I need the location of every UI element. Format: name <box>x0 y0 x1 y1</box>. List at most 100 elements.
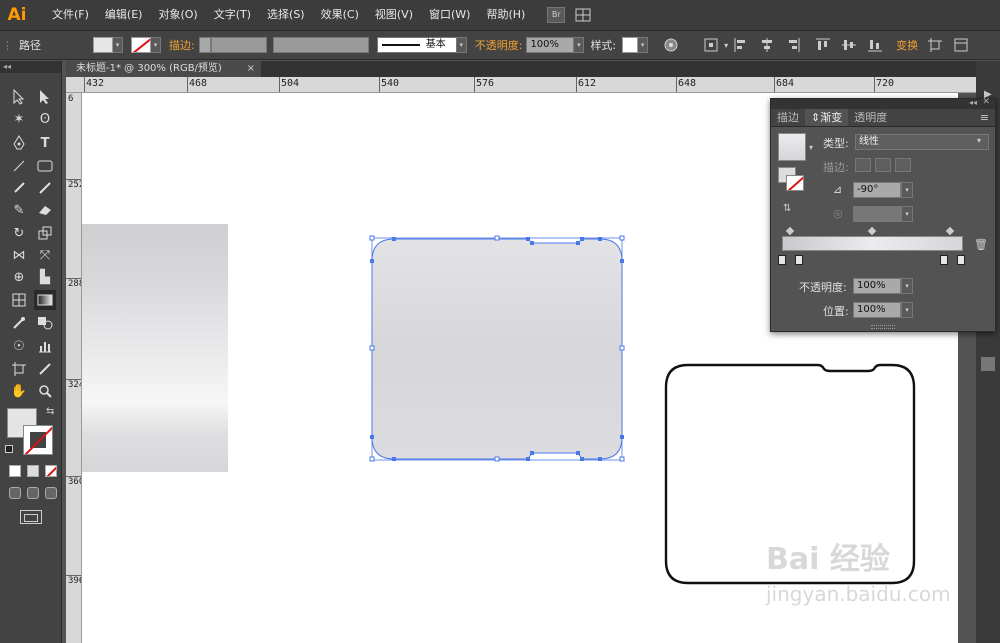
draw-normal-icon[interactable] <box>9 487 21 499</box>
stroke-color-swatch[interactable] <box>23 425 53 455</box>
menu-window[interactable]: 窗口(W) <box>421 0 478 30</box>
stop-location-field[interactable]: 100% <box>853 302 901 318</box>
mesh-tool-icon[interactable] <box>8 290 30 310</box>
transform-label[interactable]: 变换 <box>896 37 918 53</box>
gradient-stop[interactable] <box>957 255 965 265</box>
opacity-dropdown[interactable]: ▾ <box>574 37 585 53</box>
gradient-sample-strip[interactable] <box>82 224 228 472</box>
reverse-gradient-icon[interactable]: ⇅ <box>783 203 791 214</box>
direct-selection-tool-icon[interactable] <box>34 87 56 107</box>
gradient-preview-swatch[interactable] <box>778 133 806 161</box>
stroke-swatch[interactable] <box>131 37 151 53</box>
gradient-mode-icon[interactable] <box>27 465 39 477</box>
menu-view[interactable]: 视图(V) <box>367 0 421 30</box>
shape-builder-tool-icon[interactable]: ⊕ <box>8 267 30 287</box>
screen-mode-icon[interactable] <box>20 510 42 524</box>
free-transform-tool-icon[interactable]: ⤧ <box>34 245 56 265</box>
stroke-weight-label[interactable]: 描边: <box>169 37 195 53</box>
paintbrush-tool-icon[interactable] <box>8 178 30 198</box>
swap-fill-stroke-icon[interactable]: ⇆ <box>46 406 54 417</box>
rectangle-tool-icon[interactable] <box>34 156 56 176</box>
lasso-tool-icon[interactable]: ʘ <box>34 109 56 129</box>
stroke-stepper[interactable] <box>198 37 211 53</box>
align-right-icon[interactable] <box>784 36 802 54</box>
fill-dropdown[interactable]: ▾ <box>113 37 123 53</box>
panel-menu-icon[interactable] <box>952 36 970 54</box>
zoom-tool-icon[interactable] <box>34 381 56 401</box>
reference-dropdown-icon[interactable]: ▾ <box>724 41 728 50</box>
column-graph-tool-icon[interactable] <box>34 336 56 356</box>
gradient-stop[interactable] <box>795 255 803 265</box>
stop-location-dropdown[interactable]: ▾ <box>901 302 913 318</box>
pencil-tool-icon[interactable] <box>34 178 56 198</box>
brush-dropdown[interactable]: ▾ <box>456 37 467 53</box>
eraser-tool-icon[interactable] <box>34 200 56 220</box>
bridge-button[interactable]: Br <box>547 7 566 23</box>
tab-transparency[interactable]: 透明度 <box>848 109 893 126</box>
stroke-across-icon[interactable] <box>895 158 911 172</box>
pen-tool-icon[interactable] <box>8 133 30 153</box>
aspect-ratio-dropdown[interactable]: ▾ <box>901 206 913 222</box>
selection-tool-icon[interactable] <box>8 87 30 107</box>
midpoint-diamond[interactable] <box>785 226 795 236</box>
draw-behind-icon[interactable] <box>27 487 39 499</box>
vertical-scroll-thumb[interactable] <box>981 357 995 371</box>
horizontal-ruler[interactable]: 432 468 504 540 576 612 648 684 720 <box>66 77 976 93</box>
menu-type[interactable]: 文字(T) <box>206 0 259 30</box>
selected-card-shape[interactable] <box>371 238 623 460</box>
color-mode-icon[interactable] <box>9 465 21 477</box>
opacity-field[interactable]: 100% <box>526 37 575 53</box>
line-tool-icon[interactable] <box>8 156 30 176</box>
stroke-within-icon[interactable] <box>855 158 871 172</box>
scale-tool-icon[interactable] <box>34 223 56 243</box>
symbol-sprayer-tool-icon[interactable]: ☉ <box>8 336 30 356</box>
fill-swatch[interactable] <box>93 37 113 53</box>
vertical-ruler[interactable]: 6 252 288 324 360 396 <box>66 93 82 643</box>
stroke-weight-field[interactable] <box>210 37 267 53</box>
magic-wand-tool-icon[interactable]: ✶ <box>8 109 30 129</box>
graphic-style-swatch[interactable] <box>622 37 639 53</box>
collapse-panel-icon[interactable]: ◂◂ <box>969 98 977 107</box>
arrange-documents-icon[interactable] <box>575 6 593 24</box>
draw-inside-icon[interactable] <box>45 487 57 499</box>
menu-help[interactable]: 帮助(H) <box>478 0 533 30</box>
blob-brush-tool-icon[interactable]: ✎ <box>8 200 30 220</box>
width-tool-icon[interactable]: ⋈ <box>8 245 30 265</box>
stroke-dropdown[interactable]: ▾ <box>151 37 161 53</box>
slice-tool-icon[interactable] <box>34 359 56 379</box>
menu-effect[interactable]: 效果(C) <box>313 0 367 30</box>
opacity-label[interactable]: 不透明度: <box>475 37 523 53</box>
tab-gradient[interactable]: ⇕渐变 <box>805 109 849 126</box>
close-panel-icon[interactable]: ✕ <box>982 97 990 107</box>
hand-tool-icon[interactable]: ✋ <box>8 381 30 401</box>
perspective-grid-tool-icon[interactable]: ▙ <box>34 267 56 287</box>
stop-opacity-field[interactable]: 100% <box>853 278 901 294</box>
angle-dropdown[interactable]: ▾ <box>901 182 913 198</box>
tab-stroke[interactable]: 描边 <box>771 109 805 126</box>
align-left-icon[interactable] <box>732 36 750 54</box>
gradient-stop[interactable] <box>940 255 948 265</box>
tools-panel-collapse-icon[interactable]: ◂◂ <box>0 61 61 73</box>
delete-stop-icon[interactable]: 🗑 <box>974 238 988 251</box>
panel-grip[interactable]: ◂◂ ✕ <box>771 97 995 109</box>
panel-menu-icon[interactable]: ≡ <box>974 109 995 126</box>
isolate-icon[interactable] <box>926 36 944 54</box>
gradient-type-select[interactable]: 线性 <box>855 134 989 150</box>
stop-opacity-dropdown[interactable]: ▾ <box>901 278 913 294</box>
menu-edit[interactable]: 编辑(E) <box>97 0 151 30</box>
default-colors-icon[interactable] <box>5 445 13 453</box>
angle-field[interactable]: -90° <box>853 182 901 198</box>
variable-width-field[interactable] <box>272 37 369 53</box>
stroke-mini-swatch[interactable] <box>786 175 804 191</box>
style-dropdown[interactable]: ▾ <box>638 37 649 53</box>
close-document-icon[interactable]: × <box>247 61 255 77</box>
gradient-tool-icon[interactable] <box>34 290 56 310</box>
gradient-stop[interactable] <box>778 255 786 265</box>
align-center-icon[interactable] <box>758 36 776 54</box>
menu-object[interactable]: 对象(O) <box>150 0 205 30</box>
align-bottom-icon[interactable] <box>866 36 884 54</box>
midpoint-diamond[interactable] <box>945 226 955 236</box>
type-tool-icon[interactable]: T <box>34 133 56 153</box>
blend-tool-icon[interactable] <box>34 313 56 333</box>
artboard-tool-icon[interactable] <box>8 359 30 379</box>
